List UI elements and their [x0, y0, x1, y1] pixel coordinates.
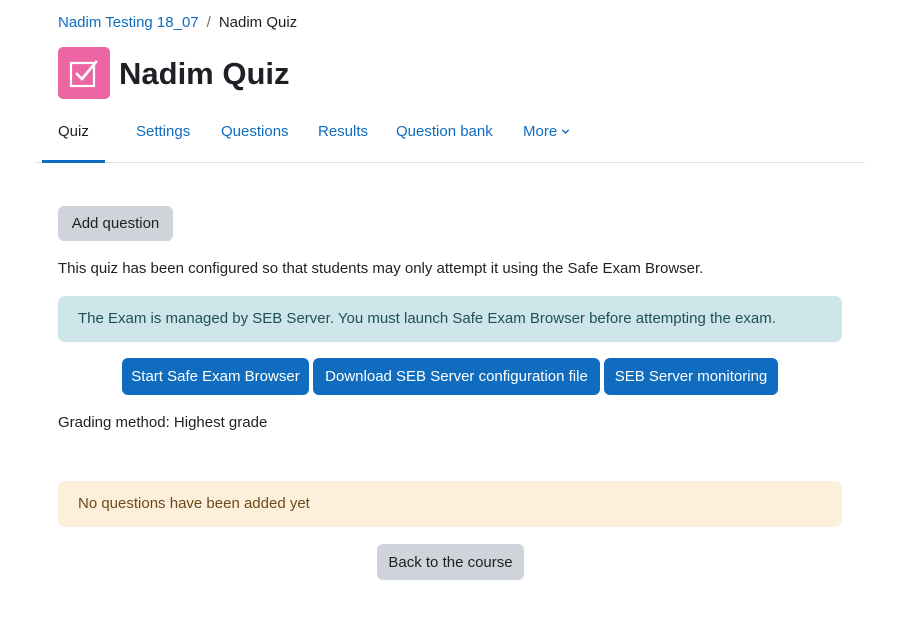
breadcrumb-separator: /	[206, 14, 211, 31]
no-questions-alert: No questions have been added yet	[58, 481, 842, 527]
breadcrumb: Nadim Testing 18_07 / Nadim Quiz	[58, 14, 297, 31]
breadcrumb-course-link[interactable]: Nadim Testing 18_07	[58, 14, 199, 31]
tab-settings[interactable]: Settings	[136, 108, 190, 162]
tab-quiz-label: Quiz	[58, 123, 89, 140]
tab-more[interactable]: More	[523, 108, 570, 162]
tab-question-bank[interactable]: Question bank	[396, 108, 493, 162]
download-seb-config-button[interactable]: Download SEB Server configuration file	[313, 358, 600, 395]
seb-info-alert-text: The Exam is managed by SEB Server. You m…	[78, 310, 776, 327]
tab-questions-label: Questions	[221, 123, 289, 140]
back-to-course-button[interactable]: Back to the course	[377, 544, 524, 580]
add-question-button[interactable]: Add question	[58, 206, 173, 241]
tab-quiz[interactable]: Quiz	[42, 108, 105, 163]
secondary-navigation: Quiz Settings Questions Results Question…	[35, 108, 865, 163]
tab-results[interactable]: Results	[318, 108, 368, 162]
tab-questions[interactable]: Questions	[221, 108, 289, 162]
grading-method-text: Grading method: Highest grade	[58, 414, 268, 431]
tab-settings-label: Settings	[136, 123, 191, 140]
page-header: Nadim Quiz	[58, 47, 290, 99]
seb-server-monitoring-button[interactable]: SEB Server monitoring	[604, 358, 778, 395]
breadcrumb-current: Nadim Quiz	[218, 14, 298, 31]
tab-question-bank-label: Question bank	[396, 123, 493, 140]
tab-more-label: More	[523, 123, 558, 140]
tab-results-label: Results	[318, 123, 369, 140]
chevron-down-icon	[561, 108, 570, 156]
quiz-checkbox-icon	[58, 47, 110, 99]
no-questions-alert-text: No questions have been added yet	[78, 495, 310, 512]
start-safe-exam-browser-button[interactable]: Start Safe Exam Browser	[122, 358, 309, 395]
seb-notice-text: This quiz has been configured so that st…	[58, 260, 704, 277]
page-title: Nadim Quiz	[119, 55, 290, 91]
seb-info-alert: The Exam is managed by SEB Server. You m…	[58, 296, 842, 342]
